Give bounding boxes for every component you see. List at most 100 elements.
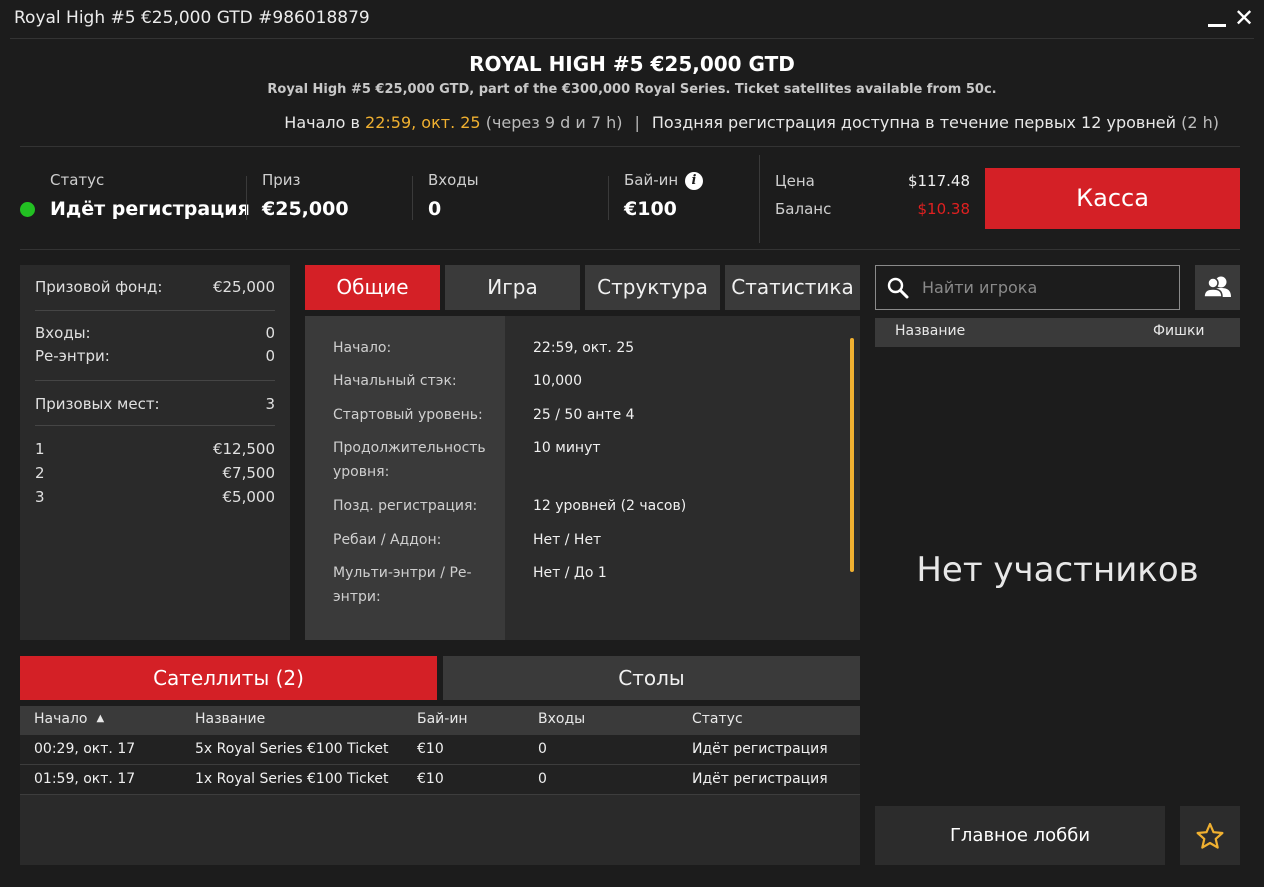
payout-place: 1 <box>35 440 45 458</box>
start-divider: | <box>634 113 640 132</box>
entries-value: 0 <box>265 324 275 342</box>
general-info-panel: Начало: 22:59, окт. 25 Начальный стэк: 1… <box>305 316 860 640</box>
search-icon <box>887 277 909 299</box>
start-prefix: Начало в <box>284 113 366 132</box>
reentries-label: Ре-энтри: <box>35 347 110 365</box>
column-header-chips[interactable]: Фишки <box>1153 323 1205 339</box>
tab-satellites[interactable]: Сателлиты (2) <box>20 656 437 700</box>
info-label: Начало: <box>333 340 392 356</box>
reentries-value: 0 <box>265 347 275 365</box>
column-header-status[interactable]: Статус <box>692 711 743 727</box>
column-header-player-name[interactable]: Название <box>895 323 965 339</box>
price-value: $117.48 <box>907 172 970 190</box>
info-value: Нет / До 1 <box>533 565 607 581</box>
satellite-buyin: €10 <box>417 771 444 787</box>
balance-value: $10.38 <box>917 200 971 218</box>
tournament-subtitle: Royal High #5 €25,000 GTD, part of the €… <box>267 82 997 97</box>
column-header-name[interactable]: Название <box>195 711 265 727</box>
satellite-name: 5x Royal Series €100 Ticket <box>195 741 389 757</box>
prize-pool-label: Призовой фонд: <box>35 278 163 296</box>
payout-amount: €5,000 <box>222 488 276 506</box>
tournament-title: ROYAL HIGH #5 €25,000 GTD <box>469 52 795 76</box>
divider <box>10 38 1254 39</box>
status-label: Статус <box>50 171 105 189</box>
tab-general[interactable]: Общие <box>305 265 440 310</box>
player-search-box <box>875 265 1180 310</box>
friends-button[interactable] <box>1195 265 1240 310</box>
empty-players-message: Нет участников <box>916 550 1199 590</box>
divider <box>35 425 275 426</box>
column-header-start[interactable]: Начало ▲ <box>34 711 104 727</box>
tab-game[interactable]: Игра <box>445 265 580 310</box>
column-header-entries[interactable]: Входы <box>538 711 585 727</box>
divider <box>246 176 247 220</box>
entries-value: 0 <box>428 198 442 220</box>
info-label: Начальный стэк: <box>333 373 457 389</box>
price-label: Цена <box>775 172 815 190</box>
prize-panel: Призовой фонд: €25,000 Входы: 0 Ре-энтри: 0… <box>20 265 290 640</box>
satellite-start: 00:29, окт. 17 <box>34 741 136 757</box>
info-value: 25 / 50 анте 4 <box>533 407 635 423</box>
prize-value: €25,000 <box>262 198 349 220</box>
satellite-entries: 0 <box>538 741 547 757</box>
satellite-start: 01:59, окт. 17 <box>34 771 136 787</box>
sort-ascending-icon: ▲ <box>96 713 105 724</box>
places-value: 3 <box>265 395 275 413</box>
close-button[interactable]: ✕ <box>1233 5 1255 31</box>
main-lobby-button[interactable]: Главное лобби <box>875 806 1165 865</box>
payout-place: 3 <box>35 488 45 506</box>
divider <box>20 249 1240 250</box>
info-value: 12 уровней (2 часов) <box>533 498 687 514</box>
minimize-button[interactable] <box>1206 4 1228 30</box>
info-value: 22:59, окт. 25 <box>533 340 635 356</box>
info-label: Мульти-энтри / Ре-энтри: <box>333 565 472 605</box>
window-title: Royal High #5 €25,000 GTD #986018879 <box>14 8 370 28</box>
users-icon <box>1203 276 1231 298</box>
divider <box>35 380 275 381</box>
info-icon[interactable]: i <box>685 172 703 190</box>
places-label: Призовых мест: <box>35 395 160 413</box>
entries-label: Входы: <box>35 324 91 342</box>
cashier-button[interactable]: Касса <box>985 168 1240 229</box>
column-header-buyin[interactable]: Бай-ин <box>417 711 468 727</box>
status-dot-icon <box>20 202 35 217</box>
prize-label: Приз <box>262 171 301 189</box>
prize-pool-value: €25,000 <box>212 278 275 296</box>
late-registration: Поздняя регистрация доступна в течение п… <box>651 113 1177 132</box>
info-value: Нет / Нет <box>533 532 602 548</box>
satellites-table: Начало ▲ Название Бай-ин Входы Статус 00:… <box>20 706 860 865</box>
info-label: Ребаи / Аддон: <box>333 532 442 548</box>
column-header-label: Начало <box>34 711 88 727</box>
late-registration-duration: (2 h) <box>1176 113 1219 132</box>
start-time: 22:59, окт. 25 <box>365 113 481 132</box>
satellite-status: Идёт регистрация <box>692 741 828 757</box>
divider <box>20 146 1240 147</box>
divider <box>35 310 275 311</box>
start-info: Начало в 22:59, окт. 25 (через 9 d и 7 h… <box>20 113 1219 132</box>
satellite-name: 1x Royal Series €100 Ticket <box>195 771 389 787</box>
player-search-input[interactable] <box>922 268 1172 307</box>
info-label: Стартовый уровень: <box>333 407 483 423</box>
status-value: Идёт регистрация <box>50 198 250 220</box>
start-relative: (через 9 d и 7 h) <box>480 113 623 132</box>
tab-statistics[interactable]: Статистика <box>725 265 860 310</box>
divider <box>759 155 760 243</box>
buyin-value: €100 <box>624 198 677 220</box>
balance-label: Баланс <box>775 200 832 218</box>
table-header: Начало ▲ Название Бай-ин Входы Статус <box>20 706 860 735</box>
satellite-entries: 0 <box>538 771 547 787</box>
info-label: Позд. регистрация: <box>333 498 478 514</box>
info-scrollbar[interactable] <box>850 338 854 572</box>
table-row[interactable]: 01:59, окт. 17 1x Royal Series €100 Tick… <box>20 765 860 795</box>
table-row[interactable]: 00:29, окт. 17 5x Royal Series €100 Tick… <box>20 735 860 765</box>
entries-label: Входы <box>428 171 479 189</box>
minimize-icon <box>1208 24 1226 27</box>
info-value: 10,000 <box>533 373 582 389</box>
players-table-header: Название Фишки <box>875 318 1240 347</box>
tab-tables[interactable]: Столы <box>443 656 860 700</box>
favorite-button[interactable] <box>1180 806 1240 865</box>
payout-place: 2 <box>35 464 45 482</box>
info-label: Продолжительность уровня: <box>333 440 486 480</box>
tab-structure[interactable]: Структура <box>585 265 720 310</box>
divider <box>412 176 413 220</box>
